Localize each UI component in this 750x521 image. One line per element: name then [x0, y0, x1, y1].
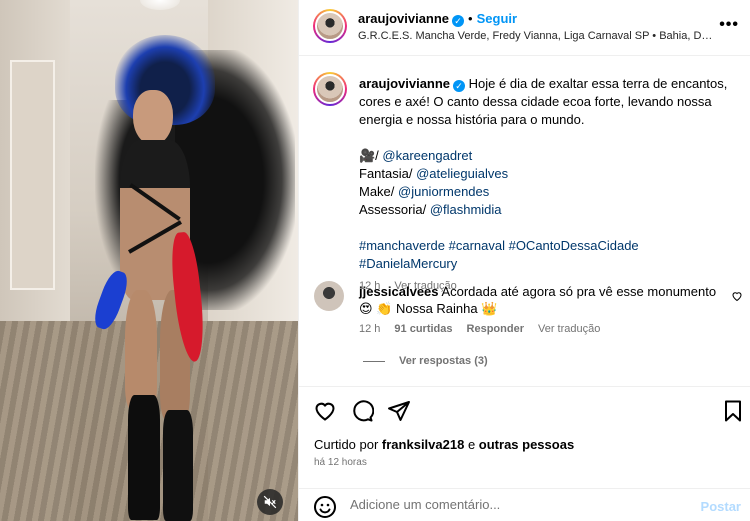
follow-button[interactable]: Seguir [477, 11, 517, 26]
comments-section[interactable]: araujovivianne ✓ Hoje é dia de exaltar es… [299, 57, 750, 386]
speaker-muted-icon [263, 495, 277, 509]
view-replies-button[interactable]: Ver respostas (3) [363, 355, 488, 367]
verified-badge-icon: ✓ [453, 80, 466, 92]
credit-fantasia-handle[interactable]: @atelieguialves [416, 166, 508, 181]
author-avatar[interactable] [313, 9, 347, 43]
post-timestamp[interactable]: há 12 horas [314, 457, 367, 468]
post-caption: araujovivianne ✓ Hoje é dia de exaltar es… [359, 75, 734, 295]
caption-hashtags[interactable]: #manchaverde #carnaval #OCantoDessaCidad… [359, 237, 734, 273]
credit-make-prefix: Make/ [359, 184, 399, 199]
share-paper-plane-icon[interactable] [387, 399, 411, 423]
post-details-panel: araujovivianne ✓ • Seguir G.R.C.E.S. Mancha… [298, 0, 750, 521]
comment-translate-link[interactable]: Ver tradução [538, 323, 600, 335]
caption-username[interactable]: araujovivianne [359, 76, 450, 91]
comment-like-heart-icon[interactable] [731, 290, 743, 302]
author-line: araujovivianne ✓ • Seguir [358, 11, 517, 27]
liked-by-text: Curtido por franksilva218 e outras pesso… [314, 437, 574, 452]
comment-meta: 12 h 91 curtidas Responder Ver tradução [359, 323, 614, 335]
comment-reply-button[interactable]: Responder [467, 323, 524, 335]
black-boot [128, 395, 160, 520]
credit-make-handle[interactable]: @juniormendes [398, 184, 489, 199]
comment-bubble-icon[interactable] [350, 399, 374, 423]
comment-likes[interactable]: 91 curtidas [394, 323, 452, 335]
author-username[interactable]: araujovivianne [358, 11, 449, 26]
comment-time: 12 h [359, 323, 381, 335]
black-boot [163, 410, 193, 521]
caption-author-avatar[interactable] [313, 72, 347, 106]
credit-fantasia-prefix: Fantasia/ [359, 166, 417, 181]
emoji-smiley-icon[interactable] [313, 495, 337, 519]
post-comment-button[interactable]: Postar [701, 499, 741, 514]
like-heart-icon[interactable] [313, 399, 337, 423]
comment-text: Acordada até agora só pra vê esse monume… [441, 284, 717, 299]
credit-assessoria-prefix: Assessoria/ [359, 202, 430, 217]
verified-badge-icon: ✓ [452, 15, 465, 27]
location-text[interactable]: G.R.C.E.S. Mancha Verde, Fredy Vianna, L… [358, 30, 718, 42]
commenter-avatar[interactable] [314, 281, 344, 311]
replies-divider [363, 360, 385, 362]
credit-camera-prefix: 🎥/ [359, 148, 383, 163]
comment-body: jjessicalvees Acordada até agora só pra … [359, 283, 719, 317]
liked-by-prefix: Curtido por [314, 437, 382, 452]
more-options-icon[interactable]: ••• [719, 16, 739, 34]
comment-input[interactable] [350, 497, 680, 512]
hallway-door [10, 60, 55, 290]
liked-by-middle: e [464, 437, 479, 452]
post-header: araujovivianne ✓ • Seguir G.R.C.E.S. Mancha… [299, 0, 750, 56]
post-actions-bar [299, 386, 750, 436]
ceiling-light [140, 0, 180, 10]
commenter-username[interactable]: jjessicalvees [359, 284, 439, 299]
liked-by-user[interactable]: franksilva218 [382, 437, 464, 452]
liked-by-others[interactable]: outras pessoas [479, 437, 574, 452]
mute-button[interactable] [257, 489, 283, 515]
performer-leg [125, 290, 157, 410]
credit-camera-handle[interactable]: @kareengadret [382, 148, 472, 163]
add-comment-bar: Postar [299, 488, 750, 521]
separator-dot: • [468, 11, 473, 26]
credit-assessoria-handle[interactable]: @flashmidia [430, 202, 502, 217]
view-replies-label: Ver respostas (3) [399, 355, 488, 367]
save-bookmark-icon[interactable] [721, 399, 745, 423]
comment-text-emojis: 😍 👏 Nossa Rainha 👑 [359, 301, 498, 316]
post-media-video[interactable] [0, 0, 298, 521]
performer-face [133, 90, 173, 145]
